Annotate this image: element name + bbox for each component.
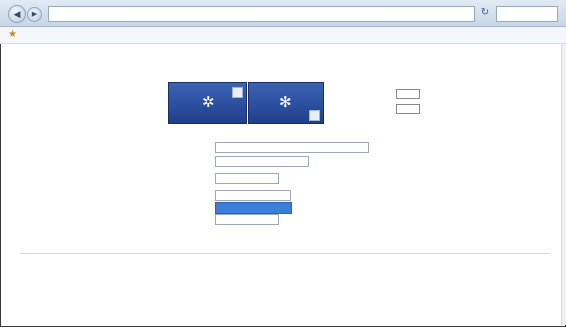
tile-b-icon: ✻ — [279, 94, 292, 111]
favorites-bar: ★ — [0, 27, 566, 44]
forward-arrow-icon: ▶ — [31, 11, 38, 18]
row-field-2[interactable] — [215, 156, 309, 167]
row-field-3[interactable] — [215, 173, 279, 184]
footer-divider — [20, 253, 550, 254]
tile-a-corner-icon — [232, 87, 243, 98]
browser-toolbar: ◀ ▶ ↻ — [0, 0, 566, 27]
row-field-1[interactable] — [215, 142, 369, 153]
vertical-scrollbar[interactable] — [561, 44, 566, 325]
side-button-2[interactable] — [396, 104, 420, 114]
autocomplete-suggestion[interactable] — [215, 202, 292, 214]
side-button-1[interactable] — [396, 89, 420, 99]
favorites-star-icon[interactable]: ★ — [8, 29, 17, 40]
forward-button[interactable]: ▶ — [27, 7, 42, 22]
search-input[interactable] — [496, 6, 558, 22]
image-tile-b[interactable]: ✻ — [248, 82, 324, 124]
image-tile-a[interactable]: ✲ — [168, 82, 247, 124]
row-field-5[interactable] — [215, 214, 279, 225]
back-button[interactable]: ◀ — [8, 5, 26, 23]
tile-b-corner-icon — [309, 110, 320, 121]
address-bar[interactable] — [48, 6, 475, 22]
refresh-icon[interactable]: ↻ — [478, 6, 492, 20]
tile-a-icon: ✲ — [202, 94, 215, 111]
back-arrow-icon: ◀ — [13, 9, 21, 19]
row-field-4[interactable] — [215, 190, 291, 201]
